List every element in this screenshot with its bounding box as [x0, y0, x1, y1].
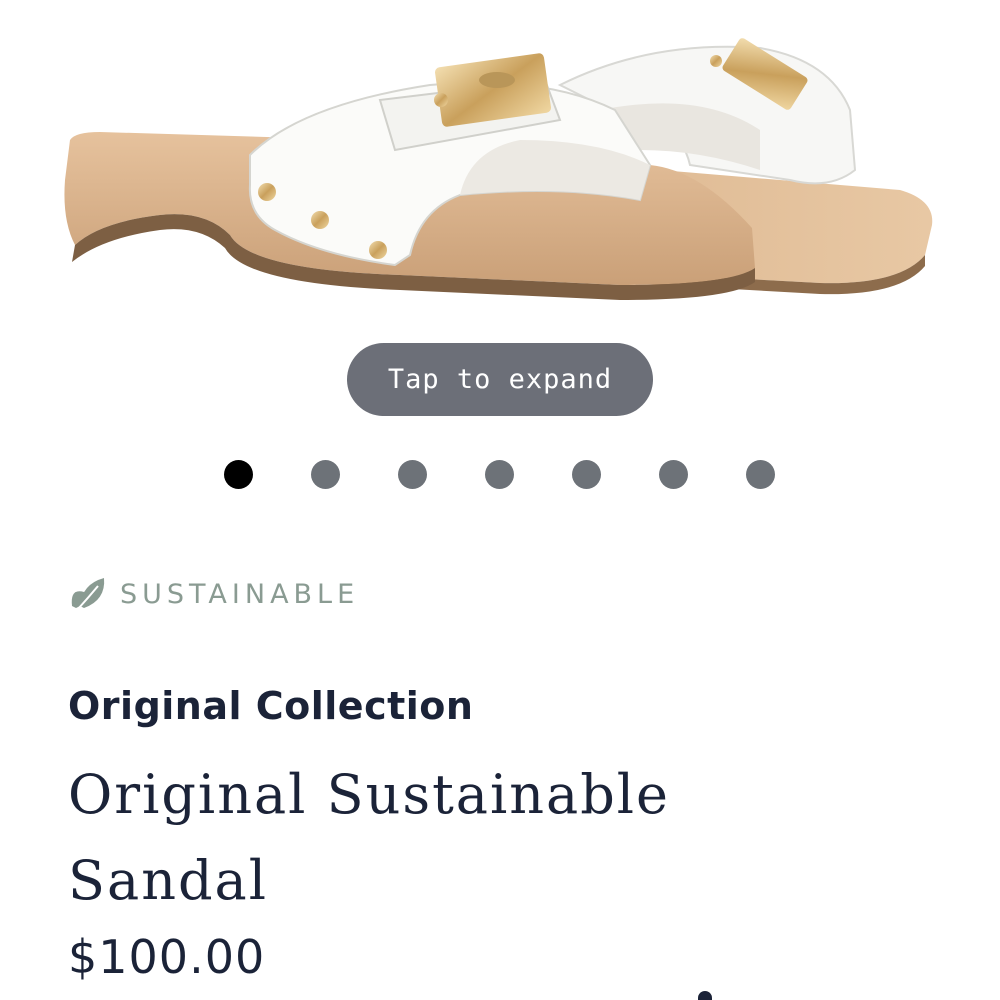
carousel-dot-6[interactable] [659, 460, 688, 489]
product-image[interactable] [0, 0, 1000, 330]
product-title: Original Sustainable Sandal [68, 763, 671, 912]
carousel-dot-2[interactable] [311, 460, 340, 489]
collection-name[interactable]: Original Collection [68, 684, 473, 728]
sustainable-label: SUSTAINABLE [120, 578, 360, 610]
partial-icon [698, 991, 712, 1000]
carousel-dot-3[interactable] [398, 460, 427, 489]
carousel-pagination [224, 460, 784, 490]
carousel-dot-7[interactable] [746, 460, 775, 489]
carousel-dot-5[interactable] [572, 460, 601, 489]
carousel-dot-1[interactable] [224, 460, 253, 489]
sustainable-badge: SUSTAINABLE [68, 574, 359, 614]
product-price: $100.00 [68, 930, 266, 984]
tap-to-expand-button[interactable]: Tap to expand [347, 343, 653, 416]
leaf-icon [71, 578, 105, 610]
carousel-dot-4[interactable] [485, 460, 514, 489]
